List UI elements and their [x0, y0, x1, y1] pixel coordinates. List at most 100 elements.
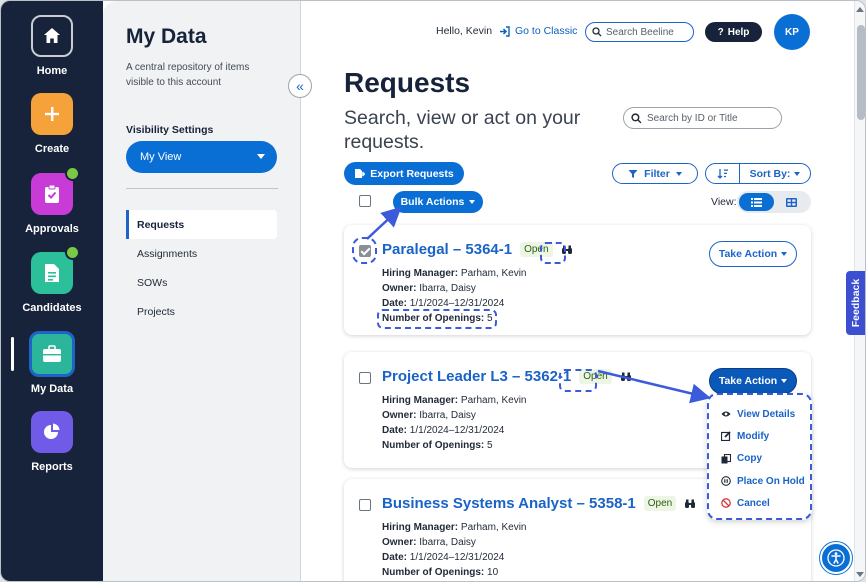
sidebar-nav: Requests Assignments SOWs Projects	[126, 210, 277, 326]
home-icon	[31, 15, 73, 57]
view-toggle	[737, 191, 811, 213]
menu-item-view-details[interactable]: View Details	[709, 403, 810, 425]
menu-item-label: View Details	[737, 408, 796, 420]
filter-button[interactable]: Filter	[612, 163, 698, 184]
field-label: Owner:	[382, 410, 417, 421]
request-title-link[interactable]: Paralegal – 5364-1	[382, 241, 512, 258]
help-button[interactable]: ? Help	[705, 22, 762, 42]
sidebar-title: My Data	[126, 25, 207, 48]
global-search-input[interactable]: Search Beeline	[585, 22, 694, 42]
sort-control: Sort By:	[705, 163, 811, 184]
briefcase-icon	[29, 331, 75, 377]
rail-label: Candidates	[22, 302, 82, 314]
filter-icon	[628, 169, 638, 178]
request-checkbox[interactable]	[359, 372, 371, 384]
owner-field: Owner: Ibarra, Daisy	[382, 537, 476, 548]
sidebar-description: A central repository of items visible to…	[126, 62, 250, 88]
chevron-down-icon	[257, 154, 265, 159]
scrollbar-thumb[interactable]	[857, 25, 865, 120]
field-label: Date:	[382, 298, 408, 309]
scroll-up-arrow-icon[interactable]	[856, 7, 864, 12]
rail-label: Approvals	[25, 223, 79, 235]
grid-view-button[interactable]	[774, 193, 809, 211]
feedback-label: Feedback	[850, 278, 863, 328]
greeting: Hello, Kevin	[436, 25, 493, 37]
avatar[interactable]: KP	[774, 14, 810, 50]
field-label: Hiring Manager:	[382, 395, 459, 406]
menu-item-copy[interactable]: Copy	[709, 448, 810, 470]
page-title: Requests	[344, 67, 471, 98]
go-to-classic-link[interactable]: Go to Classic	[499, 25, 577, 37]
rail-item-create[interactable]: Create	[1, 93, 103, 155]
export-requests-button[interactable]: Export Requests	[344, 162, 464, 185]
chevron-down-icon	[469, 200, 476, 204]
sidebar-item-assignments[interactable]: Assignments	[126, 239, 277, 268]
rail-item-approvals[interactable]: Approvals	[1, 166, 103, 235]
sort-order-button[interactable]	[706, 164, 740, 183]
plus-icon	[31, 93, 73, 135]
field-label: Hiring Manager:	[382, 522, 459, 533]
search-icon	[631, 112, 642, 123]
sidebar-item-projects[interactable]: Projects	[126, 297, 277, 326]
request-checkbox[interactable]	[359, 245, 371, 257]
take-action-label: Take Action	[718, 248, 778, 260]
field-label: Date:	[382, 552, 408, 563]
rail-item-home[interactable]: Home	[1, 15, 103, 77]
cancel-icon	[721, 498, 731, 509]
sidebar-item-requests[interactable]: Requests	[126, 210, 277, 239]
visibility-select[interactable]: My View	[126, 141, 277, 173]
take-action-button[interactable]: Take Action	[709, 368, 797, 394]
scroll-down-arrow-icon[interactable]	[856, 572, 864, 577]
feedback-tab[interactable]: Feedback	[846, 271, 865, 335]
take-action-button[interactable]: Take Action	[709, 241, 797, 267]
binoculars-icon[interactable]	[620, 372, 632, 382]
chevron-down-icon	[781, 379, 788, 383]
openings-field: Number of Openings: 10	[382, 567, 498, 578]
menu-item-place-on-hold[interactable]: Place On Hold	[709, 470, 810, 492]
eye-icon	[721, 411, 731, 417]
sidebar-item-sows[interactable]: SOWs	[126, 268, 277, 297]
help-icon: ?	[717, 26, 724, 38]
page-subtitle: Search, view or act on your requests.	[344, 107, 581, 153]
global-search-placeholder: Search Beeline	[606, 26, 674, 38]
rail-item-reports[interactable]: Reports	[1, 411, 103, 473]
rail-label: Reports	[31, 461, 73, 473]
binoculars-icon[interactable]	[561, 245, 573, 255]
date-field: Date: 1/1/2024–12/31/2024	[382, 425, 504, 436]
request-checkbox[interactable]	[359, 499, 371, 511]
rail-item-my-data[interactable]: My Data	[1, 331, 103, 395]
sort-by-button[interactable]: Sort By:	[740, 168, 810, 180]
search-icon	[592, 27, 602, 37]
id-title-search-input[interactable]: Search by ID or Title	[623, 107, 782, 129]
field-label: Date:	[382, 425, 408, 436]
menu-item-cancel[interactable]: Cancel	[709, 492, 810, 514]
openings-field: Number of Openings: 5	[382, 313, 493, 324]
field-value: 5	[487, 440, 493, 451]
field-label: Number of Openings:	[382, 440, 485, 451]
list-icon	[751, 197, 762, 207]
field-value: 1/1/2024–12/31/2024	[409, 552, 505, 563]
bulk-actions-button[interactable]: Bulk Actions	[393, 191, 483, 213]
collapse-sidebar-button[interactable]: «	[288, 74, 312, 98]
request-title-link[interactable]: Project Leader L3 – 5362-1	[382, 368, 571, 385]
openings-field: Number of Openings: 5	[382, 440, 493, 451]
request-card: Paralegal – 5364-1 Open Hiring Manager: …	[344, 225, 811, 335]
app-rail: Home Create Approvals Candidates My Data…	[1, 1, 103, 581]
hiring-manager-field: Hiring Manager: Parham, Kevin	[382, 522, 527, 533]
field-value: Ibarra, Daisy	[419, 537, 476, 548]
binoculars-icon[interactable]	[684, 499, 696, 509]
sort-by-label: Sort By:	[749, 167, 791, 180]
go-to-classic-label: Go to Classic	[515, 25, 578, 37]
list-view-button[interactable]	[739, 193, 774, 211]
request-title-link[interactable]: Business Systems Analyst – 5358-1	[382, 495, 636, 512]
my-data-sidebar: My Data A central repository of items vi…	[103, 1, 301, 581]
rail-item-candidates[interactable]: Candidates	[1, 245, 103, 314]
bulk-actions-label: Bulk Actions	[400, 196, 465, 208]
field-value: 10	[487, 567, 499, 578]
accessibility-button[interactable]	[820, 542, 852, 574]
field-label: Number of Openings:	[382, 313, 485, 324]
select-all-checkbox[interactable]	[359, 195, 371, 207]
menu-item-modify[interactable]: Modify	[709, 425, 810, 447]
field-value: Parham, Kevin	[460, 268, 527, 279]
rail-label: My Data	[30, 383, 74, 395]
